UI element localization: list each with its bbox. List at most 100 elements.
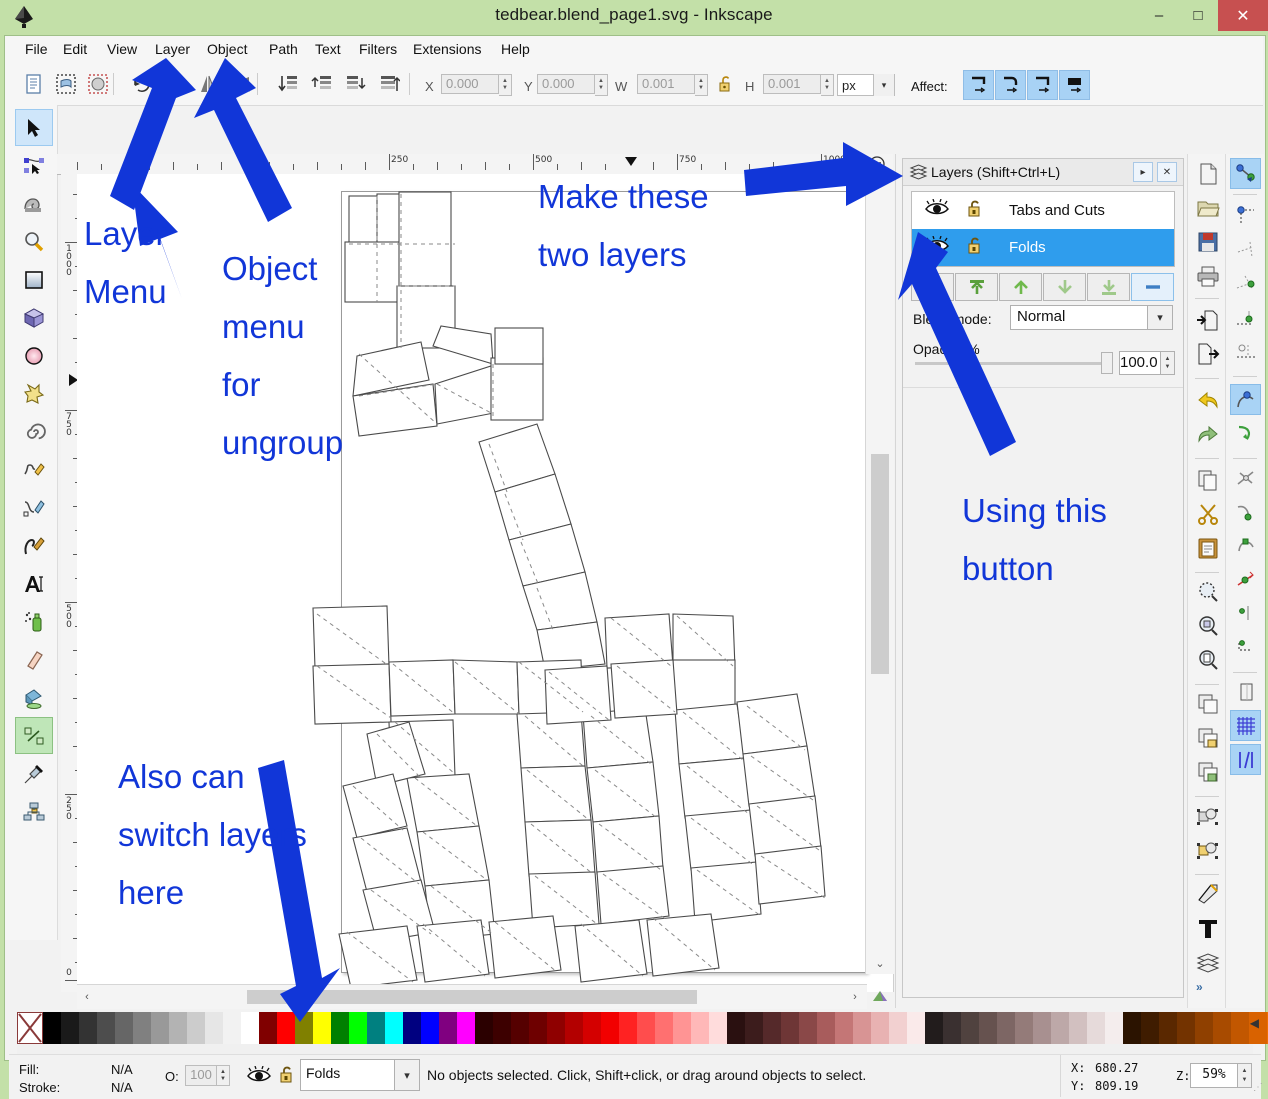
text-properties-icon[interactable] xyxy=(1192,912,1223,943)
palette-swatch[interactable] xyxy=(619,1012,637,1044)
palette-swatch[interactable] xyxy=(1159,1012,1177,1044)
snap-rotation-center-icon[interactable] xyxy=(1230,632,1261,663)
palette-swatch[interactable] xyxy=(997,1012,1015,1044)
palette-swatch[interactable] xyxy=(709,1012,727,1044)
menu-help[interactable]: Help xyxy=(499,41,532,57)
zoom-field[interactable]: 59% xyxy=(1190,1063,1238,1088)
palette-overflow-icon[interactable]: ◀ xyxy=(1250,1016,1259,1030)
xml-editor-icon[interactable] xyxy=(1192,878,1223,909)
deselect-icon[interactable] xyxy=(83,69,113,99)
palette-swatch[interactable] xyxy=(583,1012,601,1044)
save-document-icon[interactable] xyxy=(1192,226,1223,257)
lock-open-icon[interactable] xyxy=(966,198,984,223)
h-stepper[interactable]: ▲ ▼ xyxy=(821,74,834,96)
menu-view[interactable]: View xyxy=(105,41,139,57)
layers-dialog-close-button[interactable]: ✕ xyxy=(1157,162,1177,182)
fill-stroke-icon[interactable] xyxy=(1192,834,1223,865)
eye-icon[interactable] xyxy=(245,1064,273,1086)
palette-swatch[interactable] xyxy=(853,1012,871,1044)
palette-swatch[interactable] xyxy=(223,1012,241,1044)
zoom-stepper[interactable]: ▲ ▼ xyxy=(1238,1063,1252,1088)
text-tool[interactable] xyxy=(15,565,53,602)
select-all-in-all-layers-icon[interactable] xyxy=(51,69,81,99)
raise-to-top-icon[interactable] xyxy=(374,69,404,99)
gradient-tool[interactable] xyxy=(15,717,53,754)
palette-swatch[interactable] xyxy=(1087,1012,1105,1044)
menu-path[interactable]: Path xyxy=(267,41,300,57)
palette-swatch[interactable] xyxy=(799,1012,817,1044)
h-field[interactable]: 0.001 xyxy=(763,74,821,94)
palette-swatch[interactable] xyxy=(115,1012,133,1044)
palette-swatch[interactable] xyxy=(547,1012,565,1044)
palette-swatch[interactable] xyxy=(763,1012,781,1044)
scroll-left-icon[interactable]: ‹ xyxy=(77,988,97,1006)
minimize-button[interactable]: – xyxy=(1139,0,1179,31)
palette-swatch[interactable] xyxy=(925,1012,943,1044)
redo-icon[interactable] xyxy=(1192,418,1223,449)
spiral-tool[interactable] xyxy=(15,413,53,450)
palette-swatch[interactable] xyxy=(1051,1012,1069,1044)
x-stepper[interactable]: ▲ ▼ xyxy=(499,74,512,96)
palette-swatch[interactable] xyxy=(367,1012,385,1044)
snap-bbox-corner-icon[interactable] xyxy=(1230,268,1261,299)
snap-midpoint-icon[interactable] xyxy=(1230,564,1261,595)
layers-icon[interactable] xyxy=(1192,946,1223,977)
eye-icon[interactable] xyxy=(924,198,950,222)
palette-swatch[interactable] xyxy=(745,1012,763,1044)
lock-open-icon[interactable] xyxy=(966,235,984,260)
opacity-value-field[interactable]: 100.0 xyxy=(1119,351,1161,375)
rectangle-tool[interactable] xyxy=(15,261,53,298)
palette-swatch[interactable] xyxy=(529,1012,547,1044)
color-palette[interactable]: ‹ › ◀ xyxy=(9,1008,1268,1093)
ellipse-tool[interactable] xyxy=(15,337,53,374)
rotate-90-ccw-icon[interactable] xyxy=(127,69,157,99)
scroll-down-icon[interactable]: ⌄ xyxy=(866,954,894,972)
palette-swatch[interactable] xyxy=(673,1012,691,1044)
palette-swatch[interactable] xyxy=(943,1012,961,1044)
palette-swatch[interactable] xyxy=(277,1012,295,1044)
unit-select[interactable]: px ▾ xyxy=(837,74,895,96)
layers-list[interactable]: Tabs and Cuts Folds xyxy=(911,191,1175,267)
palette-swatch[interactable] xyxy=(889,1012,907,1044)
none-color-icon[interactable] xyxy=(17,1012,43,1044)
opacity-slider-handle[interactable] xyxy=(1101,352,1113,374)
open-document-icon[interactable] xyxy=(1192,192,1223,223)
delete-layer-button[interactable] xyxy=(1131,273,1174,301)
chevron-down-icon[interactable]: ▾ xyxy=(1147,305,1173,330)
maximize-button[interactable]: □ xyxy=(1178,0,1218,31)
y-field[interactable]: 0.000 xyxy=(537,74,595,94)
palette-swatch[interactable] xyxy=(1105,1012,1123,1044)
palette-swatch[interactable] xyxy=(727,1012,745,1044)
box3d-tool[interactable] xyxy=(15,299,53,336)
horizontal-scrollbar[interactable]: ‹ › xyxy=(77,984,867,1009)
print-document-icon[interactable] xyxy=(1192,260,1223,291)
palette-swatch[interactable] xyxy=(1213,1012,1231,1044)
layers-dialog-menu-button[interactable]: ▸ xyxy=(1133,162,1153,182)
dropper-tool[interactable] xyxy=(15,755,53,792)
palette-swatch[interactable] xyxy=(439,1012,457,1044)
blend-mode-select[interactable]: Normal ▾ xyxy=(1010,305,1173,330)
palette-swatch[interactable] xyxy=(781,1012,799,1044)
flip-vertical-icon[interactable] xyxy=(226,69,256,99)
opacity-slider-track[interactable] xyxy=(915,362,1107,365)
object-properties-icon[interactable] xyxy=(1192,800,1223,831)
opacity-stepper-status[interactable]: ▲ ▼ xyxy=(217,1065,230,1086)
palette-swatch[interactable] xyxy=(1195,1012,1213,1044)
snap-smooth-node-icon[interactable] xyxy=(1230,530,1261,561)
current-layer-select[interactable]: Folds ▾ xyxy=(300,1059,420,1091)
menu-text[interactable]: Text xyxy=(313,41,343,57)
tweak-tool[interactable] xyxy=(15,185,53,222)
palette-swatch[interactable] xyxy=(511,1012,529,1044)
duplicate-icon[interactable] xyxy=(1192,688,1223,719)
group-icon[interactable] xyxy=(1192,722,1223,753)
import-icon[interactable] xyxy=(1192,304,1223,335)
palette-swatch[interactable] xyxy=(205,1012,223,1044)
vertical-scroll-thumb[interactable] xyxy=(871,454,889,674)
palette-swatch[interactable] xyxy=(565,1012,583,1044)
palette-swatch[interactable] xyxy=(979,1012,997,1044)
menu-layer[interactable]: Layer xyxy=(153,41,192,57)
select-all-icon[interactable] xyxy=(19,69,49,99)
snap-path-intersection-icon[interactable] xyxy=(1230,462,1261,493)
close-button[interactable]: ✕ xyxy=(1218,0,1268,31)
add-layer-button[interactable] xyxy=(911,273,954,301)
